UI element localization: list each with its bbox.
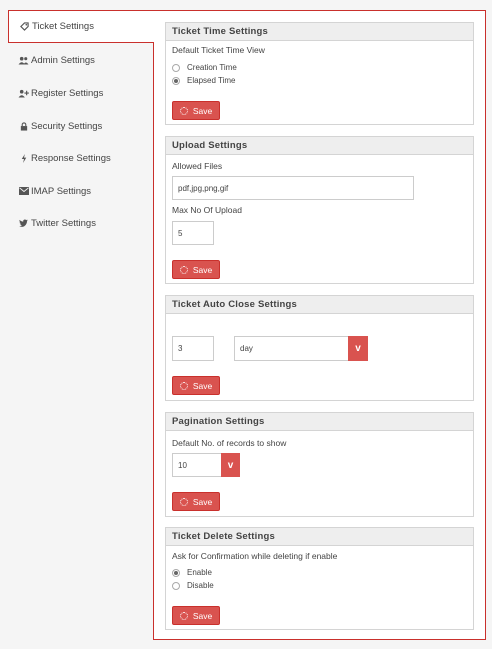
tag-icon	[19, 22, 30, 31]
ticket-delete-settings-panel: Ticket Delete Settings Ask for Confirmat…	[165, 527, 474, 630]
bolt-icon	[18, 153, 29, 163]
ticket-time-settings-panel: Ticket Time Settings Default Ticket Time…	[165, 22, 474, 125]
radio-label: Enable	[187, 568, 212, 577]
sidebar-item-security-settings[interactable]: Security Settings	[0, 110, 153, 142]
sidebar-item-imap-settings[interactable]: IMAP Settings	[0, 175, 153, 207]
radio-indicator[interactable]	[172, 581, 180, 590]
auto-close-number-input[interactable]: 3	[172, 336, 214, 361]
chevron-down-icon[interactable]: v	[348, 336, 368, 361]
sidebar-item-label: Security Settings	[31, 120, 103, 132]
radio-enable[interactable]: Enable	[172, 568, 212, 577]
sidebar-item-admin-settings[interactable]: Admin Settings	[0, 44, 153, 76]
settings-sidebar: Ticket Settings Admin Settings Register …	[0, 0, 154, 649]
max-upload-label: Max No Of Upload	[172, 205, 242, 215]
save-button[interactable]: Save	[172, 492, 220, 511]
radio-label: Disable	[187, 581, 214, 590]
panel-title: Ticket Delete Settings	[166, 528, 473, 546]
save-button[interactable]: Save	[172, 606, 220, 625]
spinner-icon	[179, 106, 188, 115]
sidebar-item-register-settings[interactable]: Register Settings	[0, 77, 153, 109]
save-button[interactable]: Save	[172, 101, 220, 120]
save-button[interactable]: Save	[172, 376, 220, 395]
auto-close-unit-select[interactable]: day v	[234, 336, 368, 361]
radio-label: Elapsed Time	[187, 76, 236, 85]
records-per-page-select[interactable]: 10 v	[172, 453, 240, 477]
save-button-label: Save	[192, 380, 213, 391]
select-value: day	[240, 344, 253, 353]
envelope-icon	[18, 187, 29, 195]
panel-title: Ticket Time Settings	[166, 23, 473, 41]
sidebar-item-label: Admin Settings	[31, 54, 95, 66]
spinner-icon	[179, 497, 188, 506]
panel-title: Pagination Settings	[166, 413, 473, 431]
records-to-show-label: Default No. of records to show	[172, 438, 287, 448]
sidebar-item-label: Twitter Settings	[31, 217, 96, 229]
sidebar-item-ticket-settings[interactable]: Ticket Settings	[8, 10, 154, 43]
max-upload-input[interactable]: 5	[172, 221, 214, 245]
user-plus-icon	[18, 89, 29, 98]
sidebar-item-label: Ticket Settings	[32, 21, 94, 32]
panel-title: Ticket Auto Close Settings	[166, 296, 473, 314]
radio-elapsed-time[interactable]: Elapsed Time	[172, 76, 235, 85]
spinner-icon	[179, 381, 188, 390]
sidebar-item-label: Response Settings	[31, 152, 111, 164]
radio-disable[interactable]: Disable	[172, 581, 214, 590]
save-button-label: Save	[192, 610, 213, 621]
spinner-icon	[179, 611, 188, 620]
spinner-icon	[179, 265, 188, 274]
lock-icon	[18, 121, 29, 131]
ticket-time-view-label: Default Ticket Time View	[172, 45, 265, 55]
settings-content: Ticket Time Settings Default Ticket Time…	[153, 10, 486, 640]
allowed-files-input[interactable]: pdf,jpg,png,gif	[172, 176, 414, 200]
radio-label: Creation Time	[187, 63, 237, 72]
auto-close-settings-panel: Ticket Auto Close Settings 3 day v Save	[165, 295, 474, 401]
sidebar-item-label: Register Settings	[31, 87, 104, 99]
users-icon	[18, 56, 29, 65]
save-button-label: Save	[192, 496, 213, 507]
select-value: 10	[178, 460, 187, 470]
save-button[interactable]: Save	[172, 260, 220, 279]
radio-indicator[interactable]	[172, 63, 180, 72]
save-button-label: Save	[192, 105, 213, 116]
sidebar-item-response-settings[interactable]: Response Settings	[0, 142, 153, 174]
sidebar-item-twitter-settings[interactable]: Twitter Settings	[0, 207, 153, 239]
radio-creation-time[interactable]: Creation Time	[172, 63, 237, 72]
save-button-label: Save	[192, 264, 213, 275]
sidebar-item-label: IMAP Settings	[31, 185, 92, 197]
radio-indicator-selected[interactable]	[172, 76, 180, 85]
pagination-settings-panel: Pagination Settings Default No. of recor…	[165, 412, 474, 517]
twitter-icon	[18, 219, 29, 227]
upload-settings-panel: Upload Settings Allowed Files pdf,jpg,pn…	[165, 136, 474, 284]
chevron-down-icon[interactable]: v	[221, 453, 240, 477]
panel-title: Upload Settings	[166, 137, 473, 155]
allowed-files-label: Allowed Files	[172, 161, 223, 171]
radio-indicator-selected[interactable]	[172, 568, 180, 577]
delete-confirmation-label: Ask for Confirmation while deleting if e…	[172, 551, 338, 561]
